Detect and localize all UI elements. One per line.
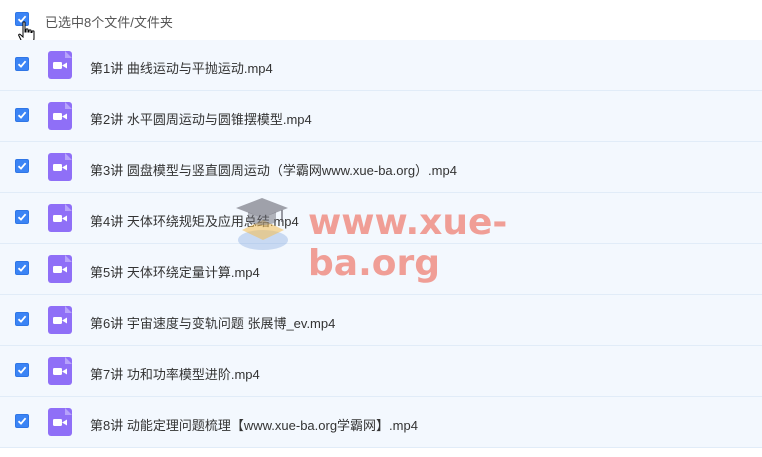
file-checkbox[interactable] (15, 108, 29, 122)
file-name[interactable]: 第1讲 曲线运动与平抛运动.mp4 (90, 58, 273, 77)
file-name[interactable]: 第4讲 天体环绕规矩及应用总结.mp4 (90, 211, 299, 230)
check-icon (17, 60, 27, 68)
file-list: 第1讲 曲线运动与平抛运动.mp4 第2讲 水平圆周运动与圆锥摆模型.mp4 第… (0, 40, 762, 448)
file-name[interactable]: 第8讲 动能定理问题梳理【www.xue-ba.org学霸网】.mp4 (90, 415, 418, 434)
check-icon (17, 213, 27, 221)
file-name[interactable]: 第3讲 圆盘模型与竖直圆周运动（学霸网www.xue-ba.org）.mp4 (90, 160, 457, 179)
video-file-icon (48, 357, 72, 385)
file-name[interactable]: 第2讲 水平圆周运动与圆锥摆模型.mp4 (90, 109, 312, 128)
file-row[interactable]: 第5讲 天体环绕定量计算.mp4 (0, 244, 762, 295)
file-name[interactable]: 第6讲 宇宙速度与变轨问题 张展博_ev.mp4 (90, 313, 335, 332)
check-icon (17, 366, 27, 374)
check-icon (17, 417, 27, 425)
file-row[interactable]: 第2讲 水平圆周运动与圆锥摆模型.mp4 (0, 91, 762, 142)
file-checkbox[interactable] (15, 159, 29, 173)
video-file-icon (48, 51, 72, 79)
video-file-icon (48, 102, 72, 130)
file-row[interactable]: 第8讲 动能定理问题梳理【www.xue-ba.org学霸网】.mp4 (0, 397, 762, 448)
file-checkbox[interactable] (15, 261, 29, 275)
file-name[interactable]: 第5讲 天体环绕定量计算.mp4 (90, 262, 260, 281)
file-checkbox[interactable] (15, 363, 29, 377)
check-icon (17, 162, 27, 170)
video-file-icon (48, 306, 72, 334)
video-file-icon (48, 153, 72, 181)
file-checkbox[interactable] (15, 57, 29, 71)
selection-count-label: 已选中8个文件/文件夹 (45, 15, 173, 30)
file-row[interactable]: 第6讲 宇宙速度与变轨问题 张展博_ev.mp4 (0, 295, 762, 346)
file-row[interactable]: 第3讲 圆盘模型与竖直圆周运动（学霸网www.xue-ba.org）.mp4 (0, 142, 762, 193)
file-row[interactable]: 第1讲 曲线运动与平抛运动.mp4 (0, 40, 762, 91)
file-checkbox[interactable] (15, 414, 29, 428)
video-file-icon (48, 255, 72, 283)
video-file-icon (48, 408, 72, 436)
check-icon (17, 315, 27, 323)
file-row[interactable]: 第7讲 功和功率模型进阶.mp4 (0, 346, 762, 397)
file-name[interactable]: 第7讲 功和功率模型进阶.mp4 (90, 364, 260, 383)
file-row[interactable]: 第4讲 天体环绕规矩及应用总结.mp4 (0, 193, 762, 244)
selection-header: 已选中8个文件/文件夹 (0, 0, 762, 45)
file-checkbox[interactable] (15, 210, 29, 224)
file-checkbox[interactable] (15, 312, 29, 326)
check-icon (17, 264, 27, 272)
video-file-icon (48, 204, 72, 232)
check-icon (17, 111, 27, 119)
